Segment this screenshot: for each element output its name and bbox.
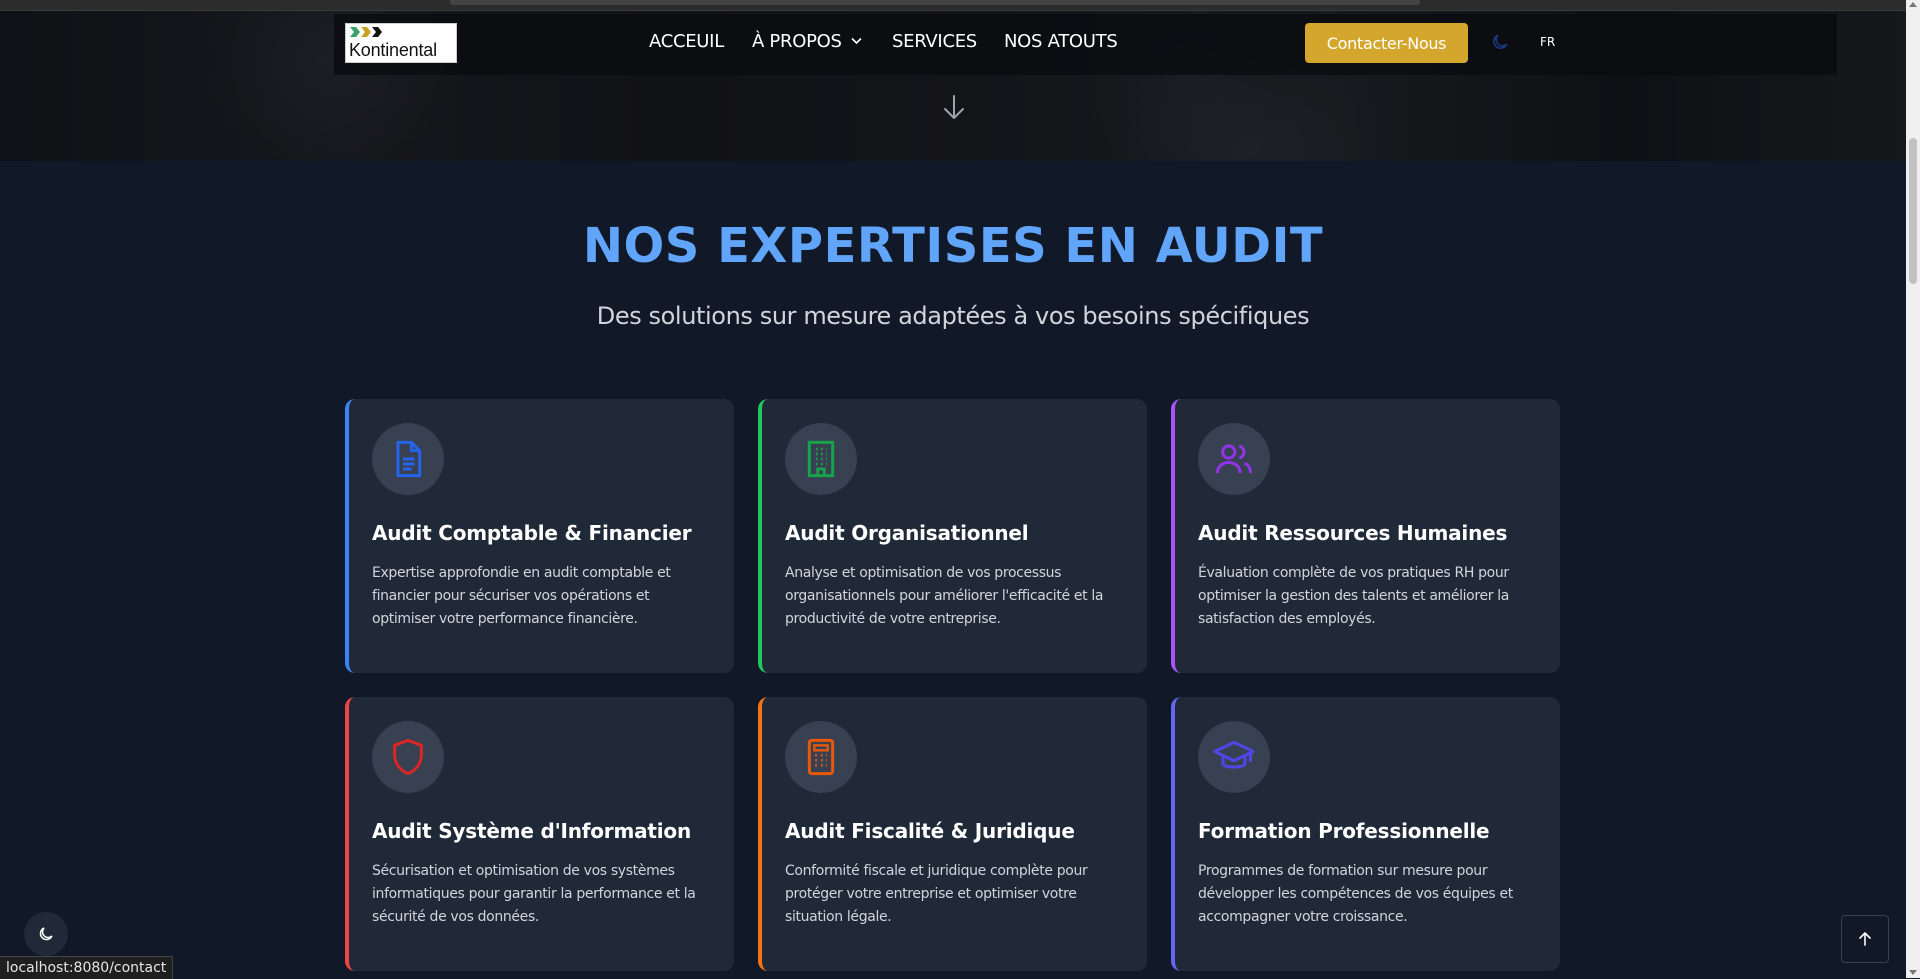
card-description: Sécurisation et optimisation de vos syst… <box>372 863 696 925</box>
card-title: Audit Comptable & Financier <box>372 521 692 545</box>
logo-chevron-icon <box>361 27 371 37</box>
nav-a-propos[interactable]: À PROPOS <box>752 31 862 52</box>
moon-icon[interactable] <box>1490 32 1510 52</box>
card-description: Expertise approfondie en audit comptable… <box>372 565 671 627</box>
document-icon <box>396 440 422 478</box>
card-description: Évaluation complète de vos pratiques RH … <box>1198 565 1510 627</box>
card-icon-circle <box>1198 721 1270 793</box>
card-icon-circle <box>785 423 857 495</box>
service-card-comptable[interactable]: Audit Comptable & Financier Expertise ap… <box>345 399 734 673</box>
language-switch[interactable]: FR <box>1540 35 1555 49</box>
card-title: Audit Fiscalité & Juridique <box>785 819 1075 843</box>
logo[interactable]: Kontinental <box>345 23 457 63</box>
card-description: Conformité fiscale et juridique complète… <box>785 863 1088 925</box>
logo-text: Kontinental <box>349 40 437 60</box>
chevron-down-icon <box>851 37 862 45</box>
card-title: Audit Organisationnel <box>785 521 1029 545</box>
card-icon-circle <box>372 721 444 793</box>
moon-icon <box>39 927 53 941</box>
contact-button[interactable]: Contacter-Nous <box>1305 23 1468 63</box>
card-icon-circle <box>785 721 857 793</box>
card-description: Programmes de formation sur mesure pour … <box>1198 863 1513 925</box>
scrollbar-thumb[interactable] <box>1909 138 1917 284</box>
building-icon <box>807 440 835 478</box>
calculator-icon <box>807 738 835 776</box>
card-icon-circle <box>1198 423 1270 495</box>
scroll-to-top-button[interactable] <box>1841 915 1889 963</box>
nav-nos-atouts[interactable]: NOS ATOUTS <box>1004 31 1118 52</box>
card-title: Audit Système d'Information <box>372 819 692 843</box>
scroll-down-arrow-icon[interactable] <box>1909 970 1917 975</box>
shield-icon <box>393 738 423 776</box>
card-description: Analyse et optimisation de vos processus… <box>785 565 1104 627</box>
arrow-down-icon[interactable] <box>940 93 968 123</box>
service-card-formation[interactable]: Formation Professionnelle Programmes de … <box>1171 697 1560 971</box>
page-scrollbar[interactable] <box>1906 0 1920 978</box>
graduation-cap-icon <box>1213 740 1255 769</box>
users-icon <box>1215 444 1253 474</box>
card-title: Formation Professionnelle <box>1198 819 1490 843</box>
scroll-up-arrow-icon[interactable] <box>1909 2 1917 7</box>
section-title: NOS EXPERTISES EN AUDIT <box>582 218 1324 274</box>
service-card-fiscalite[interactable]: Audit Fiscalité & Juridique Conformité f… <box>758 697 1147 971</box>
card-icon-circle <box>372 423 444 495</box>
arrow-up-icon <box>1859 932 1871 946</box>
logo-chevron-icon <box>372 27 382 37</box>
status-bar-url: localhost:8080/contact <box>0 956 174 979</box>
section-subtitle: Des solutions sur mesure adaptées à vos … <box>596 302 1310 330</box>
theme-toggle-button[interactable] <box>24 912 68 956</box>
nav-services[interactable]: SERVICES <box>892 31 977 52</box>
nav-accueil[interactable]: ACCEUIL <box>649 31 724 52</box>
card-title: Audit Ressources Humaines <box>1198 521 1508 545</box>
service-card-si[interactable]: Audit Système d'Information Sécurisation… <box>345 697 734 971</box>
logo-chevron-icon <box>350 27 360 37</box>
browser-tab-strip <box>0 0 1906 11</box>
service-card-rh[interactable]: Audit Ressources Humaines Évaluation com… <box>1171 399 1560 673</box>
service-card-organisationnel[interactable]: Audit Organisationnel Analyse et optimis… <box>758 399 1147 673</box>
